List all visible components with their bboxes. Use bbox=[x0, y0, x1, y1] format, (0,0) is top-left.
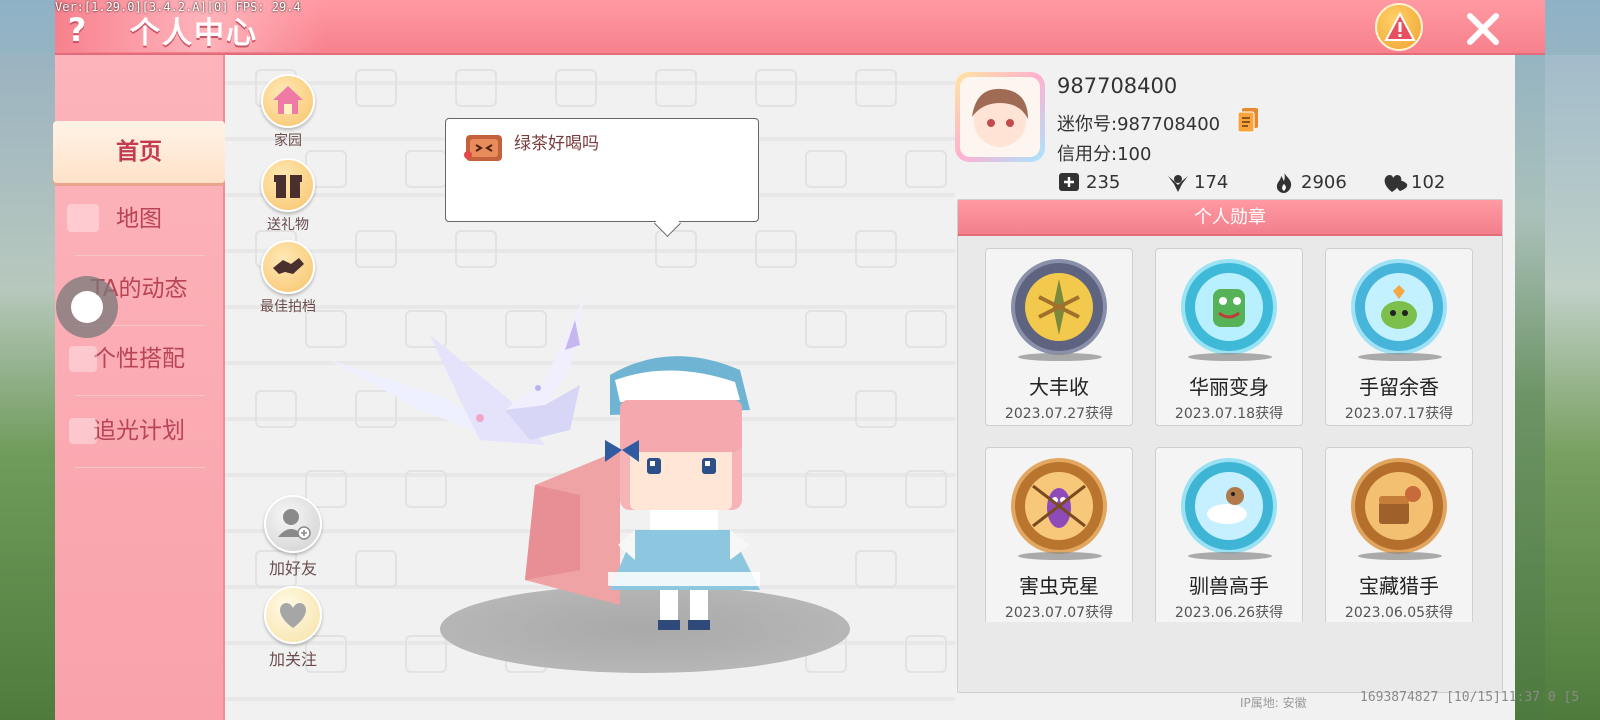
medal-base bbox=[1358, 353, 1442, 361]
fire-icon bbox=[1276, 173, 1292, 193]
medal-date: 2023.07.17获得 bbox=[1344, 406, 1454, 422]
transform-medal-icon bbox=[1181, 259, 1277, 355]
medal-base bbox=[1188, 552, 1272, 560]
gift-button[interactable]: 送礼物 bbox=[243, 158, 333, 234]
handshake-icon bbox=[261, 240, 315, 294]
close-icon bbox=[1467, 13, 1499, 45]
help-button[interactable]: ? bbox=[60, 10, 94, 50]
paper-crane-pet bbox=[330, 295, 585, 445]
harvest-medal-icon bbox=[1011, 259, 1107, 355]
divider bbox=[75, 467, 205, 468]
house-icon bbox=[261, 74, 315, 128]
add-friend-icon bbox=[1059, 173, 1079, 191]
medal-card[interactable]: 宝藏猎手 2023.06.05获得 bbox=[1325, 447, 1473, 622]
add-friend-button[interactable]: 加好友 bbox=[248, 495, 338, 579]
sidebar: 首页 地图 TA的动态 个性搭配 追光计划 bbox=[53, 55, 225, 720]
medal-grid: 大丰收 2023.07.27获得 华丽变身 2023.07.18获得 手留余香 … bbox=[957, 237, 1503, 622]
page-title: 个人中心 bbox=[130, 16, 258, 51]
gift-icon bbox=[261, 158, 315, 212]
follow-label: 加关注 bbox=[268, 650, 317, 669]
copy-button[interactable] bbox=[1236, 107, 1260, 133]
medal-date: 2023.07.18获得 bbox=[1174, 406, 1284, 422]
medal-name: 手留余香 bbox=[1359, 375, 1439, 399]
sidebar-item-map[interactable]: 地图 bbox=[55, 188, 223, 256]
signature-text: 绿茶好喝吗 bbox=[514, 134, 599, 154]
home-label: 家园 bbox=[274, 133, 302, 149]
player-avatar-figure[interactable] bbox=[330, 290, 770, 640]
credit-score: 信用分:100 bbox=[1057, 144, 1152, 165]
flower-medal-icon bbox=[1351, 259, 1447, 355]
sidebar-item-label: 首页 bbox=[116, 139, 162, 165]
avatar[interactable] bbox=[955, 72, 1045, 162]
warning-triangle-icon bbox=[1384, 11, 1416, 41]
medal-base bbox=[1358, 552, 1442, 560]
treasure-medal-icon bbox=[1351, 458, 1447, 554]
sidebar-item-chase-light[interactable]: 追光计划 bbox=[55, 400, 223, 468]
medal-base bbox=[1018, 353, 1102, 361]
medal-name: 驯兽高手 bbox=[1189, 574, 1269, 598]
floating-assist-ball[interactable] bbox=[56, 276, 118, 338]
bug-medal-icon bbox=[1011, 458, 1107, 554]
medal-card[interactable]: 害虫克星 2023.07.07获得 bbox=[985, 447, 1133, 622]
medal-card[interactable]: 手留余香 2023.07.17获得 bbox=[1325, 248, 1473, 426]
medal-date: 2023.06.26获得 bbox=[1174, 605, 1284, 621]
heart-icon bbox=[264, 586, 322, 644]
ip-location: IP属地: 安徽 bbox=[1240, 696, 1307, 710]
add-user-icon bbox=[264, 495, 322, 553]
question-mark-icon: ? bbox=[67, 11, 87, 49]
medal-date: 2023.06.05获得 bbox=[1344, 605, 1454, 621]
outfit-icon bbox=[69, 346, 97, 372]
sidebar-item-label: 追光计划 bbox=[93, 418, 185, 444]
medal-name: 华丽变身 bbox=[1189, 375, 1269, 399]
medal-name: 害虫克星 bbox=[1019, 574, 1099, 598]
medal-card[interactable]: 驯兽高手 2023.06.26获得 bbox=[1155, 447, 1303, 622]
user-id: 987708400 bbox=[1057, 74, 1178, 98]
follow-button[interactable]: 加关注 bbox=[248, 586, 338, 670]
sidebar-item-home[interactable]: 首页 bbox=[53, 121, 225, 183]
divider bbox=[75, 255, 205, 256]
sidebar-item-label: 个性搭配 bbox=[93, 346, 185, 372]
signature-bubble[interactable]: 绿茶好喝吗 bbox=[445, 118, 759, 222]
divider bbox=[75, 395, 205, 396]
medal-base bbox=[1188, 353, 1272, 361]
popularity-count: 2906 bbox=[1301, 172, 1347, 193]
debug-info: Ver:[1.29.0][3.4.2.A][0] FPS: 29.4 bbox=[55, 0, 301, 14]
medal-date: 2023.07.27获得 bbox=[1004, 406, 1114, 422]
avatar-portrait bbox=[960, 77, 1040, 157]
map-icon bbox=[67, 204, 99, 232]
friends-count: 235 bbox=[1086, 172, 1121, 193]
add-friend-label: 加好友 bbox=[268, 559, 317, 578]
medal-card[interactable]: 华丽变身 2023.07.18获得 bbox=[1155, 248, 1303, 426]
best-partner-label: 最佳拍档 bbox=[260, 299, 316, 315]
backdrop-left bbox=[0, 55, 55, 720]
medal-panel-title: 个人勋章 bbox=[958, 200, 1502, 236]
emoji-icon bbox=[464, 135, 502, 161]
close-button[interactable] bbox=[1462, 8, 1504, 50]
tamer-medal-icon bbox=[1181, 458, 1277, 554]
gift-label: 送礼物 bbox=[267, 217, 309, 233]
plan-icon bbox=[69, 418, 97, 444]
home-button[interactable]: 家园 bbox=[243, 74, 333, 150]
medal-base bbox=[1018, 552, 1102, 560]
best-partner-button[interactable]: 最佳拍档 bbox=[243, 240, 333, 316]
medal-date: 2023.07.07获得 bbox=[1004, 605, 1114, 621]
fans-count: 174 bbox=[1194, 172, 1229, 193]
timestamp: 1693874827 [10/15]11:37 0 [5 bbox=[1360, 690, 1580, 705]
mini-id: 迷你号:987708400 bbox=[1057, 114, 1221, 135]
copy-icon bbox=[1237, 108, 1258, 133]
fans-icon bbox=[1168, 175, 1188, 192]
medal-name: 大丰收 bbox=[1029, 375, 1089, 399]
medal-name: 宝藏猎手 bbox=[1359, 574, 1439, 598]
report-button[interactable] bbox=[1375, 3, 1423, 51]
likes-count: 102 bbox=[1411, 172, 1446, 193]
backdrop-right bbox=[1545, 55, 1600, 720]
hearts-icon bbox=[1384, 175, 1408, 192]
sidebar-item-label: 地图 bbox=[116, 206, 162, 232]
medal-card[interactable]: 大丰收 2023.07.27获得 bbox=[985, 248, 1133, 426]
